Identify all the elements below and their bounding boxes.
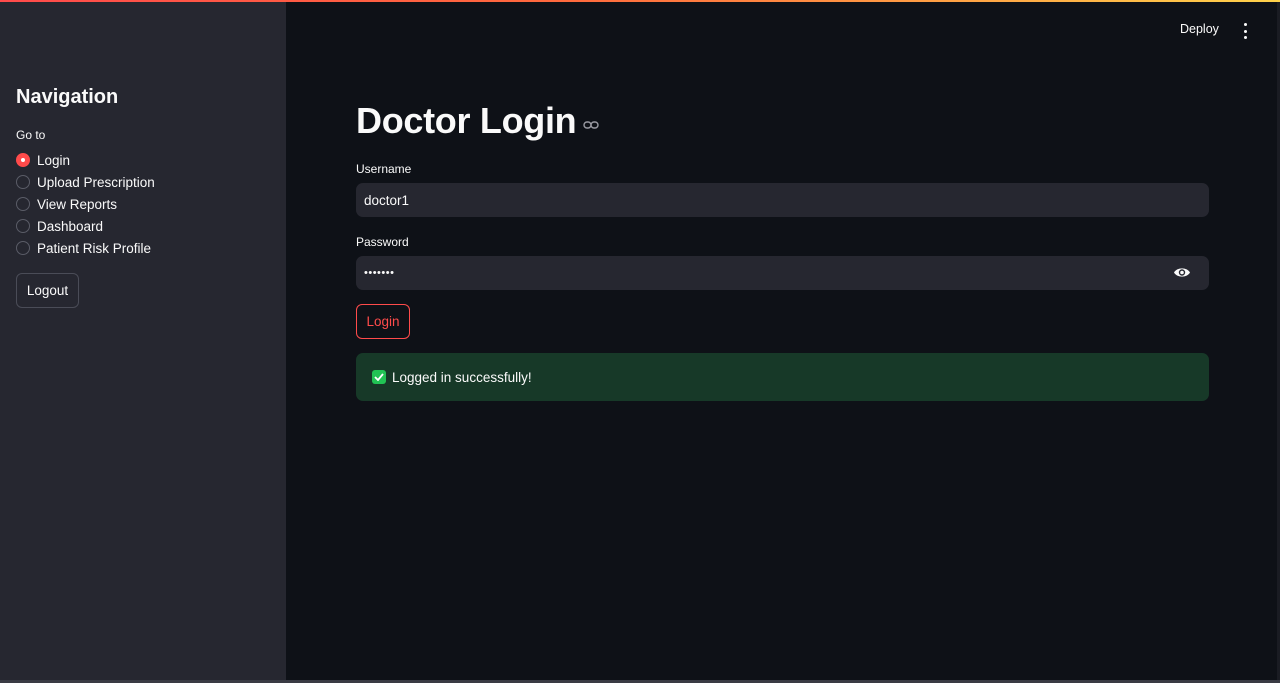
radio-option-patient-risk-profile[interactable]: Patient Risk Profile <box>16 237 155 259</box>
radio-button-icon[interactable] <box>16 219 30 233</box>
login-button[interactable]: Login <box>356 304 410 339</box>
radio-option-label: Upload Prescription <box>37 174 155 190</box>
page-title: Doctor Login <box>356 100 577 141</box>
sidebar-title: Navigation <box>16 86 119 108</box>
radio-button-selected-icon[interactable] <box>16 153 30 167</box>
radio-option-dashboard[interactable]: Dashboard <box>16 215 155 237</box>
menu-dot <box>1243 29 1247 33</box>
username-label: Username <box>356 162 412 176</box>
navigation-radio-group: Login Upload Prescription View Reports D… <box>16 149 155 259</box>
radio-option-view-reports[interactable]: View Reports <box>16 193 155 215</box>
radio-option-label: Patient Risk Profile <box>37 240 152 256</box>
radio-option-label: Dashboard <box>37 218 104 234</box>
radio-option-upload-prescription[interactable]: Upload Prescription <box>16 171 155 193</box>
radio-option-label: View Reports <box>37 196 118 212</box>
radio-button-icon[interactable] <box>16 197 30 211</box>
deploy-button[interactable]: Deploy <box>1180 22 1219 36</box>
password-value: ••••••• <box>364 267 395 279</box>
link-icon[interactable] <box>583 120 600 130</box>
alert-message: Logged in successfully! <box>392 369 532 385</box>
radio-option-label: Login <box>37 152 71 168</box>
radio-button-icon[interactable] <box>16 175 30 189</box>
radio-group-label: Go to <box>16 128 46 142</box>
radio-button-icon[interactable] <box>16 241 30 255</box>
radio-option-login[interactable]: Login <box>16 149 155 171</box>
success-alert: Logged in successfully! <box>356 353 1209 401</box>
eye-icon[interactable] <box>1173 266 1191 279</box>
password-label: Password <box>356 235 409 249</box>
menu-dot <box>1243 36 1247 39</box>
logout-button[interactable]: Logout <box>16 273 79 308</box>
username-input[interactable]: doctor1 <box>356 183 1209 217</box>
kebab-menu-icon[interactable] <box>1240 23 1250 39</box>
top-decoration-bar <box>0 0 1280 2</box>
check-icon <box>372 370 386 384</box>
page-title-row: Doctor Login <box>356 100 600 142</box>
username-value: doctor1 <box>364 192 410 208</box>
password-input[interactable]: ••••••• <box>356 256 1209 290</box>
menu-dot <box>1243 23 1247 26</box>
sidebar: Navigation Go to Login Upload Prescripti… <box>0 0 286 683</box>
